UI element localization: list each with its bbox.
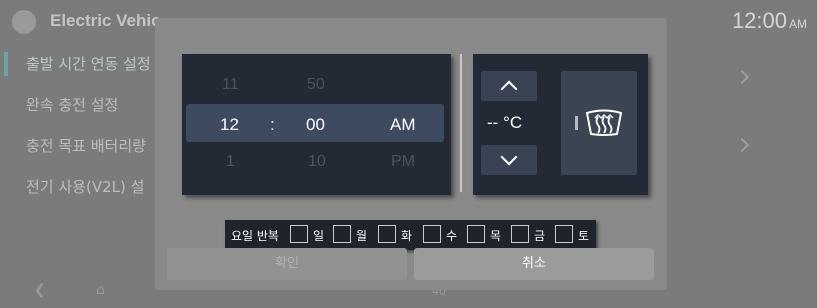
section-divider [460, 54, 462, 192]
chevron-up-icon [500, 80, 518, 98]
checkbox[interactable] [333, 225, 351, 243]
menu-selection-indicator [4, 52, 8, 76]
back-icon: ❮ [34, 282, 46, 298]
rear-defrost-icon [585, 109, 623, 136]
picker-row-previous[interactable]: 11 50 [182, 74, 451, 98]
checkbox[interactable] [423, 225, 441, 243]
picker-separator: : [270, 115, 275, 134]
day-repeat-bar: 요일 반복 일 월 화 수 목 금 토 [225, 220, 596, 250]
chevron-right-icon [734, 137, 750, 153]
clock-time: 12:00 [731, 8, 787, 33]
picker-row-next[interactable]: 1 10 PM [182, 151, 451, 175]
checkbox[interactable] [290, 225, 308, 243]
menu-item-slow-charge: 완속 충전 설정 [26, 96, 119, 114]
menu-item-departure-time: 출발 시간 연동 설정 [26, 55, 151, 73]
home-icon: ⌂ [96, 282, 105, 298]
confirm-button[interactable]: 확인 [167, 248, 407, 280]
picker-row-selected[interactable]: 12 : 00 AM [182, 113, 451, 137]
picker-ampm[interactable]: AM [390, 115, 416, 135]
checkbox[interactable] [511, 225, 529, 243]
checkbox[interactable] [467, 225, 485, 243]
day-label: 금 [534, 229, 546, 243]
day-label: 월 [356, 229, 368, 243]
app-logo-icon [12, 10, 36, 34]
chevron-down-icon [500, 148, 518, 166]
picker-minute-prev[interactable]: 50 [307, 76, 325, 94]
defrost-status-indicator [575, 116, 578, 130]
day-label: 화 [401, 229, 413, 243]
checkbox[interactable] [378, 225, 396, 243]
temperature-down-button[interactable] [481, 145, 537, 175]
climate-panel: -- °C [473, 54, 648, 195]
picker-minute-next[interactable]: 10 [308, 153, 326, 171]
menu-item-v2l: 전기 사용(V2L) 설 [26, 178, 145, 196]
clock-ampm: AM [789, 17, 807, 31]
picker-hour[interactable]: 12 [220, 115, 239, 135]
day-label: 수 [446, 229, 458, 243]
chevron-right-icon [734, 69, 750, 85]
checkbox[interactable] [555, 225, 573, 243]
time-picker[interactable]: 11 50 12 : 00 AM 1 10 PM [182, 54, 451, 195]
temperature-value: -- °C [487, 113, 523, 132]
day-label: 토 [578, 229, 590, 243]
clock: 12:00 AM [732, 8, 807, 34]
day-label: 목 [490, 229, 502, 243]
rear-defrost-button[interactable] [561, 71, 637, 175]
day-repeat-label: 요일 반복 [231, 229, 279, 243]
picker-hour-next[interactable]: 1 [226, 153, 235, 171]
day-label: 일 [313, 229, 325, 243]
menu-item-target-battery: 충전 목표 배터리량 [26, 137, 146, 155]
picker-ampm-next[interactable]: PM [391, 153, 415, 171]
app-title: Electric Vehic [50, 11, 161, 30]
cancel-button[interactable]: 취소 [414, 248, 654, 280]
temperature-up-button[interactable] [481, 71, 537, 101]
picker-hour-prev[interactable]: 11 [222, 76, 239, 94]
picker-minute[interactable]: 00 [306, 115, 325, 135]
